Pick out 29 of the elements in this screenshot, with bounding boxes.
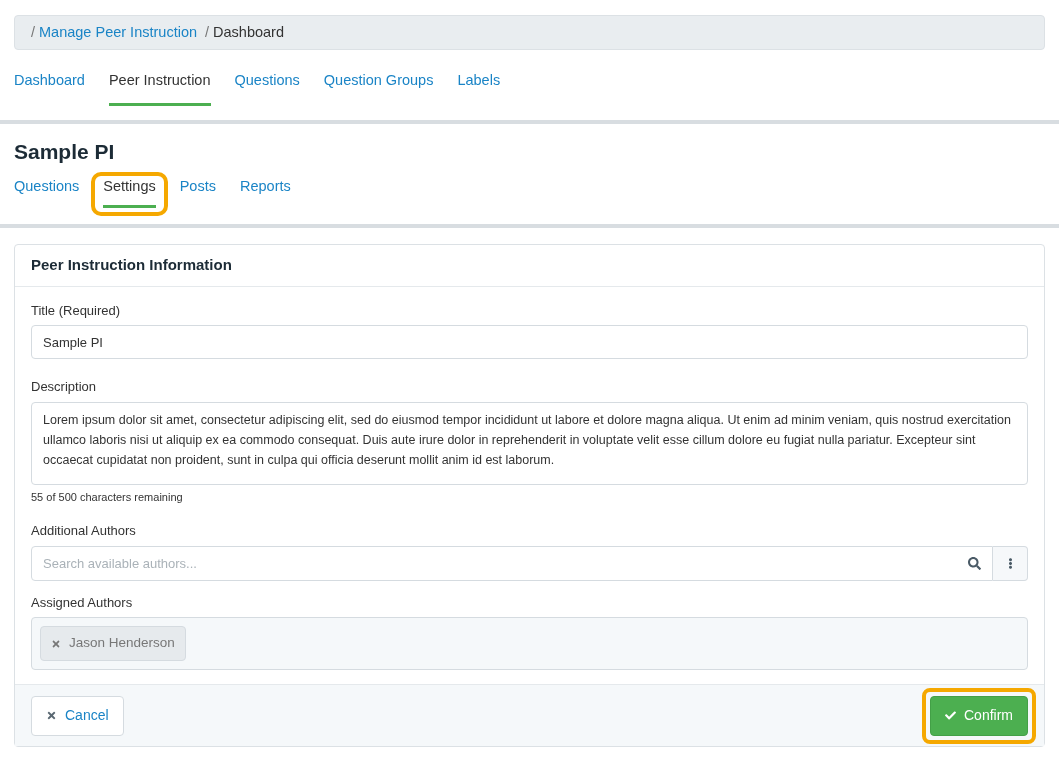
nav-tab[interactable]: Questions bbox=[234, 70, 300, 106]
nav-tab[interactable]: Dashboard bbox=[14, 70, 85, 106]
description-textarea[interactable]: Lorem ipsum dolor sit amet, consectetur adipiscing elit, sed do eiusmod tempor incididunt ut labore et dolore magna aliqua. Ut enim ad minim veniam, quis nostrud exercitation ullamco laboris nisi ut aliquip ex ea commodo consequat. Duis aute irure dolor in reprehenderit in voluptate velit esse cillum dolore eu fugiat nulla pariatur. Excepteur sint occaecat cupidatat non proident, sunt in culpa qui officia deserunt mollit anim id est laborum. bbox=[31, 401, 1028, 485]
field-label: Assigned Authors bbox=[31, 593, 134, 612]
page-title: Sample PI bbox=[14, 139, 116, 165]
field-label: Description bbox=[31, 378, 98, 396]
check-icon bbox=[945, 710, 956, 721]
title-input[interactable]: Sample PI bbox=[31, 325, 1028, 359]
nav-tab[interactable]: Labels bbox=[457, 70, 501, 106]
nav-tab[interactable]: Peer Instruction bbox=[108, 70, 211, 106]
card-title: Peer Instruction Information bbox=[31, 254, 232, 275]
close-icon bbox=[46, 710, 57, 721]
section-tab[interactable]: Questions bbox=[6, 175, 88, 212]
cancel-button[interactable]: Cancel bbox=[31, 695, 124, 736]
breadcrumb-separator: / bbox=[31, 22, 36, 42]
author-tag[interactable]: Jason Henderson bbox=[40, 626, 186, 661]
nav-tab[interactable]: Question Groups bbox=[323, 70, 434, 106]
search-icon[interactable] bbox=[968, 556, 981, 570]
remove-icon[interactable] bbox=[51, 638, 61, 649]
breadcrumb-separator: / bbox=[205, 22, 210, 42]
field-label: Title (Required) bbox=[31, 301, 122, 320]
breadcrumb-link[interactable]: Manage Peer Instruction bbox=[39, 21, 197, 44]
author-search-input[interactable]: Search available authors... bbox=[31, 545, 993, 581]
section-tab[interactable]: Reports bbox=[231, 175, 299, 212]
breadcrumb-current: Dashboard bbox=[213, 22, 284, 42]
character-count: 55 of 500 characters remaining bbox=[31, 489, 184, 505]
confirm-button[interactable]: Confirm bbox=[930, 695, 1028, 736]
field-label: Additional Authors bbox=[31, 522, 137, 540]
section-tab[interactable]: Posts bbox=[171, 175, 224, 212]
